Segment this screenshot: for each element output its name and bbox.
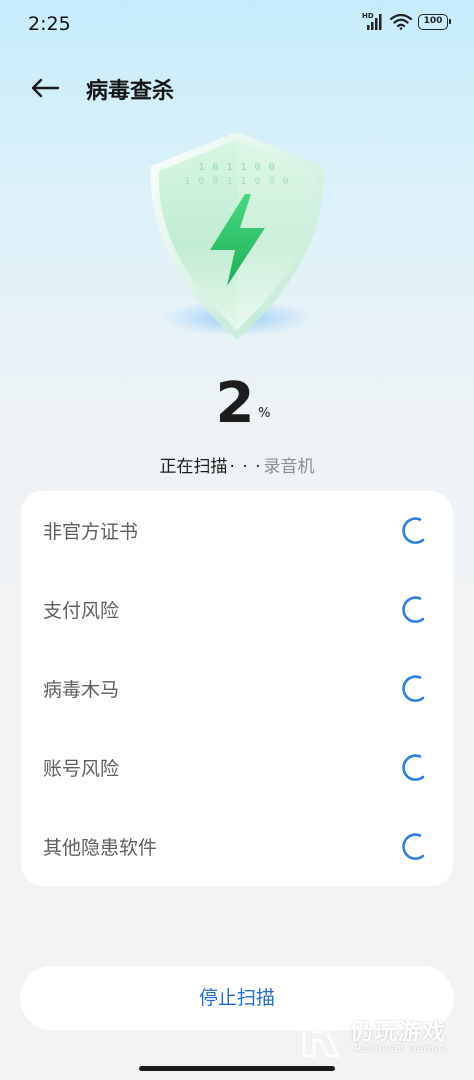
scan-status: 正在扫描 · · · 录音机 [0,452,474,477]
battery-icon: 100 [418,14,451,30]
page-title: 病毒查杀 [86,79,175,104]
scan-item-label: 支付风险 [43,600,120,622]
loading-spinner-icon [402,675,425,702]
wifi-icon [389,13,413,30]
loading-spinner-icon [402,833,425,860]
scan-item: 账号风险 [21,728,453,807]
watermark-subtitle: Rengwan Games [354,1042,447,1055]
scan-item: 病毒木马 [21,649,453,728]
watermark-logo-icon [302,1016,340,1058]
watermark: 仍玩游戏 Rengwan Games [298,1012,468,1062]
shield-illustration: 1 0 1 1 0 0 1 0 0 1 1 0 0 0 [137,128,337,348]
loading-spinner-icon [402,754,425,781]
hd-label: HD [362,12,374,20]
progress-percent: 2 % [215,370,271,438]
signal-icon: HD [362,12,384,30]
scan-item: 支付风险 [21,570,453,649]
scan-status-target: 录音机 [263,457,315,477]
progress-value: 2 [215,371,255,436]
scan-item-label: 非官方证书 [43,521,139,543]
status-icons: HD 100 [362,12,451,30]
binary-row-2: 1 0 0 1 1 0 0 0 [184,176,290,187]
home-indicator[interactable] [139,1066,335,1071]
scan-item-label: 其他隐患软件 [43,837,158,859]
binary-row-1: 1 0 1 1 0 0 [198,162,276,173]
back-button[interactable] [22,68,68,108]
scan-item: 其他隐患软件 [21,807,453,886]
status-bar: 2:25 HD 100 [0,0,474,50]
scan-item: 非官方证书 [21,491,453,570]
scan-items-card: 非官方证书 支付风险 病毒木马 账号风险 其他隐患软件 [21,491,453,886]
percent-sign: % [258,406,271,421]
header: 病毒查杀 [0,60,474,116]
loading-spinner-icon [402,596,425,623]
scan-status-dots: · · · [229,457,262,477]
status-time: 2:25 [28,13,71,35]
loading-spinner-icon [402,517,425,544]
scan-item-label: 病毒木马 [43,679,120,701]
watermark-title: 仍玩游戏 [350,1019,446,1045]
progress-area: 2 % [0,370,474,438]
scan-item-label: 账号风险 [43,758,120,780]
arrow-left-icon [30,77,60,99]
scan-status-prefix: 正在扫描 [159,457,228,477]
